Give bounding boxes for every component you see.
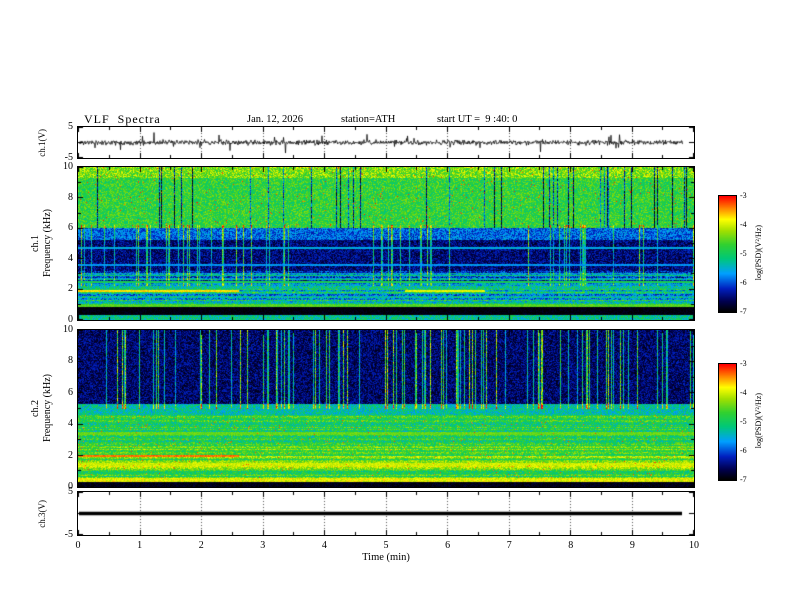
colorbar-tick-label: -4	[740, 388, 747, 397]
plot-date: Jan. 12, 2026	[247, 114, 303, 125]
ch1-waveform-ylabel-text: ch.1(V)	[37, 128, 48, 157]
y-tick-label: 8	[68, 355, 73, 367]
x-tick-label: 8	[568, 540, 574, 551]
ch1-colorbar-label: log(PSD)(V²/Hz)	[752, 195, 766, 311]
ch1-spectrogram-ylabel: ch.1 Frequency (kHz)	[28, 167, 56, 320]
y-tick-label: 10	[63, 161, 73, 172]
y-tick-label: -5	[64, 529, 73, 540]
y-tick-label: 8	[68, 191, 73, 203]
ch2-spectrogram-ylabel-line2: Frequency (kHz)	[41, 374, 53, 443]
ch1-waveform-ylabel: ch.1(V)	[34, 127, 52, 158]
x-tick-label: 4	[321, 540, 327, 551]
y-tick-label: 4	[68, 418, 73, 430]
ch2-colorbar-label-text: log(PSD)(V²/Hz)	[753, 393, 763, 449]
ch3-waveform-ylabel-text: ch.3(V)	[37, 499, 48, 528]
ch2-spectrogram-ylabel: ch.2 Frequency (kHz)	[28, 330, 56, 487]
ch2-colorbar	[718, 363, 737, 481]
y-tick-label: 2	[68, 449, 73, 461]
ch2-spectrogram-ylabel-line1: ch.2	[30, 400, 41, 417]
x-tick-label: 2	[198, 540, 204, 551]
y-tick-label: 6	[68, 222, 73, 234]
x-tick-label: 10	[689, 540, 699, 551]
y-tick-label: 5	[68, 486, 73, 497]
colorbar-tick-label: -3	[740, 359, 747, 368]
ch1-spectrogram-ylabel-line1: ch.1	[30, 235, 41, 252]
plot-station: station=ATH	[341, 114, 396, 125]
colorbar-tick-label: -4	[740, 220, 747, 229]
ch3-waveform-ylabel: ch.3(V)	[34, 492, 52, 535]
ch1-colorbar-label-text: log(PSD)(V²/Hz)	[753, 225, 763, 281]
y-tick-label: 10	[63, 324, 73, 335]
colorbar-tick-label: -6	[740, 446, 747, 455]
colorbar-tick-label: -6	[740, 278, 747, 287]
colorbar-tick-label: -7	[740, 475, 747, 484]
y-tick-label: 2	[68, 283, 73, 295]
x-tick-label: 3	[260, 540, 266, 551]
colorbar-tick-label: -3	[740, 191, 747, 200]
colorbar-tick-label: -7	[740, 307, 747, 316]
plot-title: VLF Spectra	[84, 112, 161, 126]
y-tick-label: 5	[68, 121, 73, 132]
x-tick-label: 1	[137, 540, 143, 551]
ch2-colorbar-label: log(PSD)(V²/Hz)	[752, 363, 766, 479]
ch1-waveform-panel	[77, 126, 695, 159]
plot-start-time: start UT = 9 :40: 0	[437, 114, 518, 125]
colorbar-tick-label: -5	[740, 417, 747, 426]
ch1-colorbar	[718, 195, 737, 313]
ch1-spectrogram-ylabel-line2: Frequency (kHz)	[41, 209, 53, 278]
x-tick-label: 7	[506, 540, 512, 551]
time-axis-label: Time (min)	[362, 552, 410, 563]
x-tick-label: 9	[629, 540, 635, 551]
y-tick-label: 4	[68, 252, 73, 264]
x-tick-label: 0	[75, 540, 81, 551]
ch2-spectrogram-panel	[77, 329, 695, 488]
ch1-spectrogram-panel	[77, 166, 695, 321]
x-tick-label: 6	[445, 540, 451, 551]
colorbar-tick-label: -5	[740, 249, 747, 258]
ch3-waveform-panel	[77, 491, 695, 536]
y-tick-label: 6	[68, 386, 73, 398]
x-tick-label: 5	[383, 540, 389, 551]
vlf-spectra-figure: VLF Spectra Jan. 12, 2026 station=ATH st…	[0, 0, 792, 612]
